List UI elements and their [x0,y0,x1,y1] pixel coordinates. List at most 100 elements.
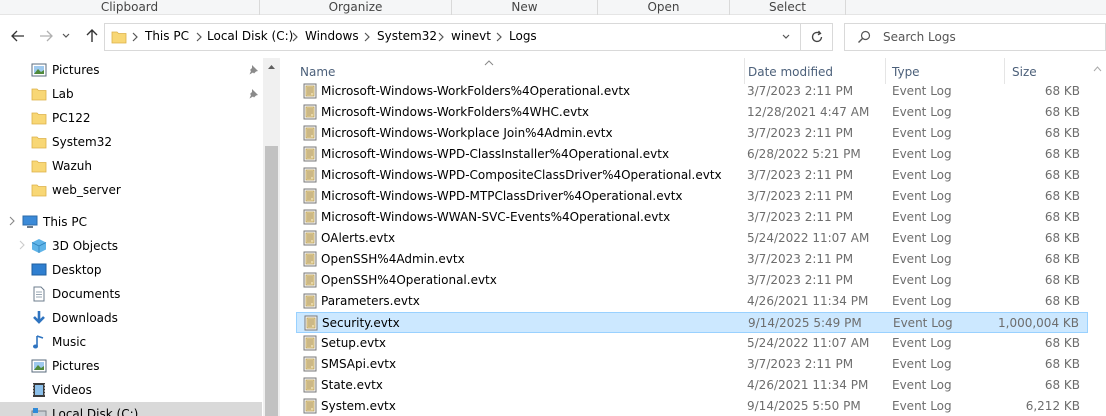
nav-item-system32[interactable]: System32 [0,130,262,154]
address-history-chevron-icon[interactable] [782,34,790,40]
nav-scrollbar[interactable] [263,58,280,416]
file-list-scrollbar[interactable] [1089,58,1106,416]
file-row[interactable]: Parameters.evtx 4/26/2021 11:34 PM Event L… [296,291,1088,312]
file-name: Microsoft-Windows-WPD-ClassInstaller%4Op… [321,147,670,161]
file-row[interactable]: SMSApi.evtx 3/7/2023 2:11 PM Event Log 68 K… [296,354,1088,375]
refresh-button[interactable] [801,23,833,51]
scroll-up-arrow-icon[interactable] [267,64,276,70]
pin-icon[interactable] [248,88,259,99]
folder-icon [31,184,47,197]
nav-item-pictures[interactable]: Pictures [0,354,262,378]
event-log-file-icon [303,209,317,225]
this-pc-icon [22,215,38,228]
breadcrumb-winevt[interactable]: winevt [451,29,491,43]
file-date-modified: 9/14/2025 5:50 PM [747,399,861,413]
pin-icon[interactable] [248,64,259,75]
music-icon [33,335,44,349]
file-row[interactable]: Security.evtx 9/14/2025 5:49 PM Event Log 1… [296,312,1088,333]
file-date-modified: 4/26/2021 11:34 PM [747,378,869,392]
pictures-icon [31,63,47,77]
file-row[interactable]: System.evtx 9/14/2025 5:50 PM Event Log 6,2… [296,396,1088,416]
up-button[interactable] [82,23,102,49]
nav-item-wazuh[interactable]: Wazuh [0,154,262,178]
file-name: System.evtx [321,399,396,413]
file-date-modified: 3/7/2023 2:11 PM [747,168,854,182]
forward-button[interactable] [36,23,56,49]
pictures-icon [31,359,47,373]
file-date-modified: 5/24/2022 11:07 AM [747,336,870,350]
nav-item-lab[interactable]: Lab [0,82,262,106]
file-name: OpenSSH%4Admin.evtx [321,252,465,266]
file-row[interactable]: Setup.evtx 5/24/2022 11:07 AM Event Log 68 … [296,333,1088,354]
folder-icon [111,31,127,44]
file-type: Event Log [892,84,952,98]
folder-icon [31,136,47,149]
event-log-file-icon [303,335,317,351]
file-name: OpenSSH%4Operational.evtx [321,273,497,287]
chevron-right-icon[interactable] [291,31,299,43]
file-row[interactable]: State.evtx 4/26/2021 11:34 PM Event Log 68 … [296,375,1088,396]
chevron-down-icon [62,33,70,38]
search-input[interactable] [883,24,1098,50]
nav-item-desktop[interactable]: Desktop [0,258,262,282]
file-row[interactable]: Microsoft-Windows-WPD-ClassInstaller%4Op… [296,144,1088,165]
breadcrumb-system32[interactable]: System32 [377,29,437,43]
recent-locations-button[interactable] [56,23,76,49]
file-size: 68 KB [1044,294,1080,308]
file-size: 68 KB [1044,147,1080,161]
file-size: 68 KB [1044,84,1080,98]
file-date-modified: 5/24/2022 11:07 AM [747,231,870,245]
file-row[interactable]: Microsoft-Windows-WPD-CompositeClassDriv… [296,165,1088,186]
chevron-right-icon[interactable] [363,31,371,43]
chevron-right-icon[interactable] [18,240,26,250]
file-size: 68 KB [1044,378,1080,392]
nav-item-downloads[interactable]: Downloads [0,306,262,330]
chevron-right-icon[interactable] [195,31,203,43]
file-row[interactable]: OpenSSH%4Admin.evtx 3/7/2023 2:11 PM Event… [296,249,1088,270]
nav-item-this-pc[interactable]: This PC [0,210,262,234]
nav-item-web-server[interactable]: web_server [0,178,262,202]
chevron-right-icon[interactable] [8,216,16,226]
nav-item-pc122[interactable]: PC122 [0,106,262,130]
event-log-file-icon [303,398,317,414]
nav-item-pictures-quick[interactable]: Pictures [0,58,262,82]
breadcrumb-this-pc[interactable]: This PC [145,29,189,43]
3d-objects-icon [31,239,47,253]
file-row[interactable]: Microsoft-Windows-WorkFolders%4Operation… [296,81,1088,102]
file-row[interactable]: Microsoft-Windows-WWAN-SVC-Events%4Opera… [296,207,1088,228]
breadcrumb-local-disk[interactable]: Local Disk (C:) [207,29,293,43]
file-row[interactable]: OpenSSH%4Operational.evtx 3/7/2023 2:11 P… [296,270,1088,291]
file-row[interactable]: Microsoft-Windows-WPD-MTPClassDriver%4Op… [296,186,1088,207]
nav-item-local-disk[interactable]: Local Disk (C:) [0,402,262,416]
file-type: Event Log [892,336,952,350]
file-date-modified: 6/28/2022 5:21 PM [747,147,861,161]
file-size: 68 KB [1044,126,1080,140]
ribbon-group-select: Select [730,0,846,15]
file-date-modified: 3/7/2023 2:11 PM [747,252,854,266]
file-row[interactable]: Microsoft-Windows-Workplace Join%4Admin.… [296,123,1088,144]
file-name: Microsoft-Windows-WPD-CompositeClassDriv… [321,168,722,182]
file-row[interactable]: Microsoft-Windows-WorkFolders%4WHC.evtx 1… [296,102,1088,123]
search-box[interactable] [844,23,1106,51]
file-row[interactable]: OAlerts.evtx 5/24/2022 11:07 AM Event Log 6… [296,228,1088,249]
nav-item-videos[interactable]: Videos [0,378,262,402]
nav-item-label: Wazuh [52,159,92,173]
nav-item-music[interactable]: Music [0,330,262,354]
scroll-up-arrow-icon[interactable] [1093,66,1102,72]
chevron-right-icon[interactable] [437,31,445,43]
address-bar[interactable]: This PC Local Disk (C:) Windows System32… [104,23,801,51]
event-log-file-icon [303,272,317,288]
file-type: Event Log [892,378,952,392]
file-name: Microsoft-Windows-Workplace Join%4Admin.… [321,126,613,140]
file-type: Event Log [892,189,952,203]
nav-item-documents[interactable]: Documents [0,282,262,306]
file-date-modified: 12/28/2021 4:47 AM [747,105,870,119]
breadcrumb-windows[interactable]: Windows [305,29,359,43]
nav-item-3d-objects[interactable]: 3D Objects [0,234,262,258]
chevron-right-icon[interactable] [495,31,503,43]
back-button[interactable] [8,23,28,49]
nav-scroll-thumb[interactable] [265,146,278,416]
breadcrumb-logs[interactable]: Logs [509,29,537,43]
drive-icon [31,408,47,416]
nav-item-label: Downloads [52,311,118,325]
